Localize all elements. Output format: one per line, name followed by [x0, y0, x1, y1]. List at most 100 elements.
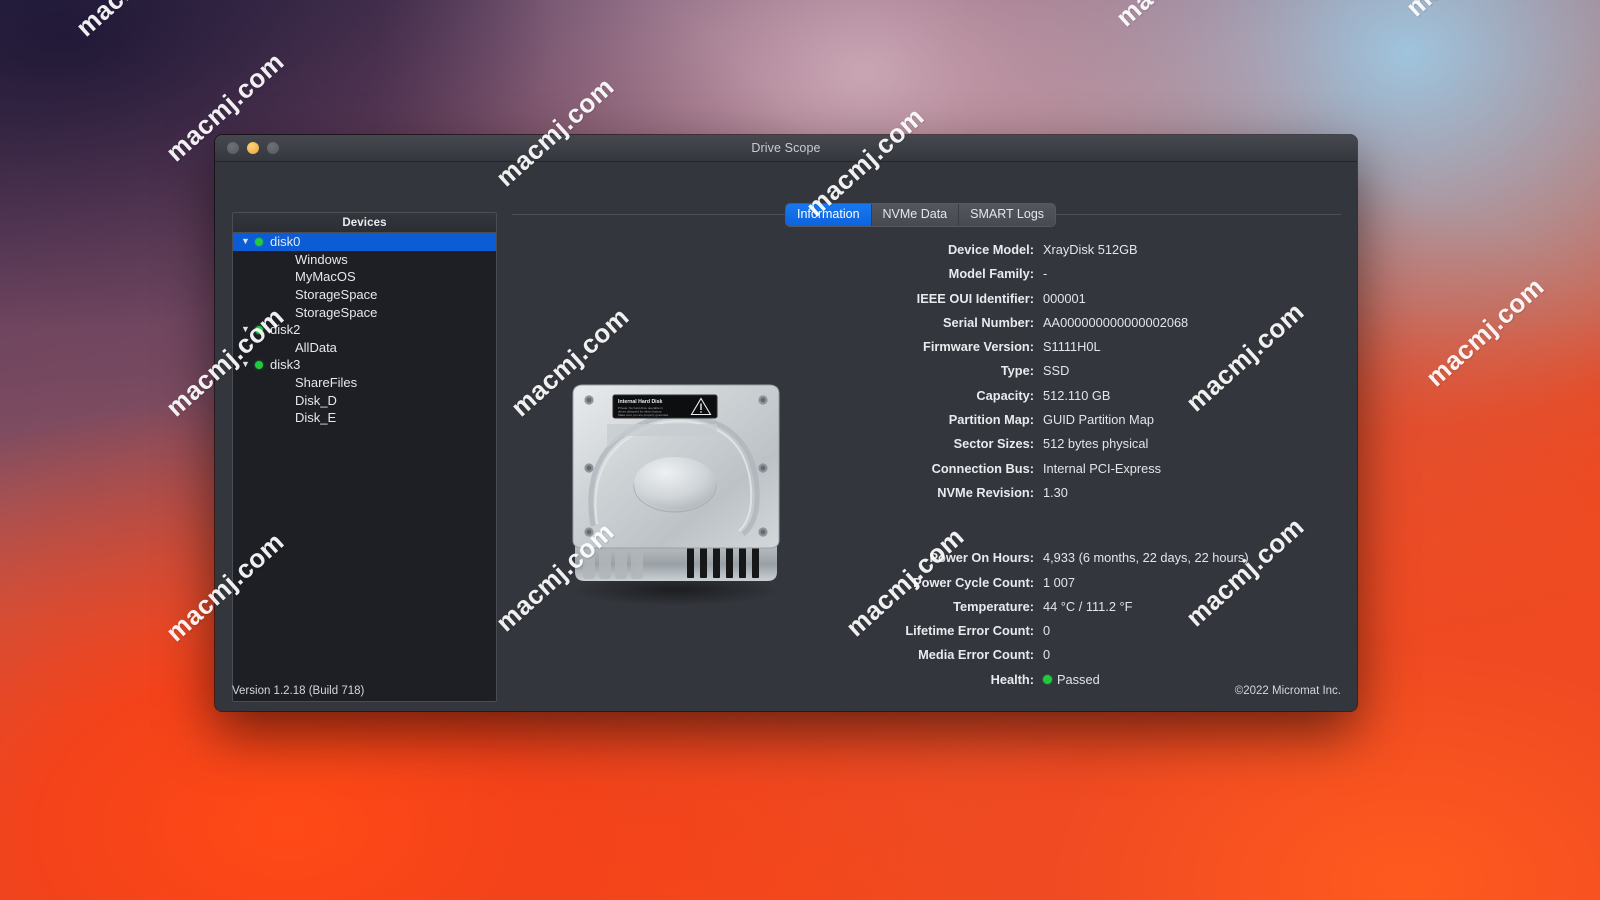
info-row: IEEE OUI Identifier:000001 [812, 291, 1341, 315]
disclosure-triangle-icon[interactable]: ▼ [241, 360, 255, 369]
info-label: Lifetime Error Count: [812, 623, 1043, 638]
info-value: 0 [1043, 647, 1050, 662]
info-label: Firmware Version: [812, 339, 1043, 354]
volume-row[interactable]: Disk_D [233, 391, 496, 409]
info-label: Partition Map: [812, 412, 1043, 427]
volume-name: Windows [295, 252, 348, 267]
info-row: Serial Number:AA000000000000002068 [812, 315, 1341, 339]
info-label: IEEE OUI Identifier: [812, 291, 1043, 306]
volume-row[interactable]: StorageSpace [233, 303, 496, 321]
tab-nvme-data[interactable]: NVMe Data [872, 204, 960, 226]
info-value: 1 007 [1043, 575, 1075, 590]
info-value: - [1043, 266, 1047, 281]
tab-smart-logs[interactable]: SMART Logs [959, 204, 1055, 226]
volume-row[interactable]: MyMacOS [233, 268, 496, 286]
information-table: Device Model:XrayDisk 512GBModel Family:… [812, 242, 1341, 696]
window-title: Drive Scope [215, 141, 1357, 155]
info-row: Temperature:44 °C / 111.2 °F [812, 599, 1341, 623]
info-value: AA000000000000002068 [1043, 315, 1188, 330]
info-row: NVMe Revision:1.30 [812, 485, 1341, 509]
tab-bar[interactable]: InformationNVMe DataSMART Logs [786, 204, 1055, 226]
watermark: macmj.com [1420, 271, 1550, 393]
svg-text:Make sure you are properly gro: Make sure you are properly grounded. [618, 413, 669, 417]
window-body: Devices ▼ disk0 Windows MyMacOS StorageSpace… [215, 162, 1357, 711]
status-dot [255, 238, 263, 246]
device-name: disk2 [270, 322, 300, 337]
info-label: Connection Bus: [812, 461, 1043, 476]
info-value: 512 bytes physical [1043, 436, 1148, 451]
hard-drive-illustration: Internal Hard Disk Private: No hard driv… [567, 376, 785, 606]
device-name: disk3 [270, 357, 300, 372]
tab-information[interactable]: Information [786, 204, 872, 226]
copyright-label: ©2022 Micromat Inc. [1235, 685, 1341, 697]
info-label: Type: [812, 363, 1043, 378]
info-row: Model Family:- [812, 266, 1341, 290]
volume-name: StorageSpace [295, 305, 377, 320]
info-value: SSD [1043, 363, 1069, 378]
device-row[interactable]: ▼ disk3 [233, 356, 496, 374]
info-row: Power Cycle Count:1 007 [812, 575, 1341, 599]
info-value: 0 [1043, 623, 1050, 638]
info-label: Sector Sizes: [812, 436, 1043, 451]
info-label: NVMe Revision: [812, 485, 1043, 500]
info-value: 44 °C / 111.2 °F [1043, 599, 1132, 614]
disclosure-triangle-icon[interactable]: ▼ [241, 237, 255, 246]
info-label: Serial Number: [812, 315, 1043, 330]
watermark: macmj.com [1110, 0, 1240, 33]
version-label: Version 1.2.18 (Build 718) [232, 685, 364, 697]
device-name: disk0 [270, 234, 300, 249]
volume-row[interactable]: StorageSpace [233, 286, 496, 304]
info-value: GUID Partition Map [1043, 412, 1154, 427]
volume-name: MyMacOS [295, 269, 356, 284]
devices-header: Devices [233, 213, 496, 233]
volume-name: StorageSpace [295, 287, 377, 302]
info-row: Media Error Count:0 [812, 647, 1341, 671]
devices-list[interactable]: ▼ disk0 Windows MyMacOS StorageSpace StorageS… [233, 233, 496, 427]
info-row: Sector Sizes:512 bytes physical [812, 436, 1341, 460]
info-label: Media Error Count: [812, 647, 1043, 662]
volume-name: AllData [295, 340, 337, 355]
info-label: Device Model: [812, 242, 1043, 257]
devices-panel: Devices ▼ disk0 Windows MyMacOS StorageSpace… [232, 212, 497, 702]
info-value: S1111H0L [1043, 339, 1101, 354]
info-row: Partition Map:GUID Partition Map [812, 412, 1341, 436]
volume-name: Disk_D [295, 393, 337, 408]
info-value: 512.110 GB [1043, 388, 1110, 403]
status-dot [255, 361, 263, 369]
watermark: macmj.com [70, 0, 200, 43]
info-row: Firmware Version:S1111H0L [812, 339, 1341, 363]
drive-scope-window: Drive Scope Devices ▼ disk0 Windows MyMacOS… [215, 135, 1357, 711]
info-label: Capacity: [812, 388, 1043, 403]
watermark: macmj.com [1400, 0, 1530, 23]
volume-name: ShareFiles [295, 375, 357, 390]
volume-row[interactable]: ShareFiles [233, 374, 496, 392]
info-label: Power Cycle Count: [812, 575, 1043, 590]
info-row: Capacity:512.110 GB [812, 388, 1341, 412]
info-label: Power On Hours: [812, 550, 1043, 565]
device-row[interactable]: ▼ disk2 [233, 321, 496, 339]
info-row: Lifetime Error Count:0 [812, 623, 1341, 647]
info-label: Model Family: [812, 266, 1043, 281]
info-value: Internal PCI-Express [1043, 461, 1161, 476]
info-row: Type:SSD [812, 363, 1341, 387]
info-value: 000001 [1043, 291, 1086, 306]
volume-name: Disk_E [295, 410, 336, 425]
device-row[interactable]: ▼ disk0 [233, 233, 496, 251]
volume-row[interactable]: AllData [233, 339, 496, 357]
info-group-gap [812, 509, 1341, 550]
info-label: Temperature: [812, 599, 1043, 614]
desktop: macmj.commacmj.commacmj.commacmj.commacm… [0, 0, 1600, 900]
hdd-label-title: Internal Hard Disk [618, 399, 663, 405]
info-row: Connection Bus:Internal PCI-Express [812, 461, 1341, 485]
info-row: Device Model:XrayDisk 512GB [812, 242, 1341, 266]
status-dot [255, 326, 263, 334]
window-footer: Version 1.2.18 (Build 718) ©2022 Microma… [215, 679, 1357, 711]
info-row: Power On Hours:4,933 (6 months, 22 days,… [812, 550, 1341, 574]
info-value: 1.30 [1043, 485, 1068, 500]
window-titlebar[interactable]: Drive Scope [215, 135, 1357, 162]
disclosure-triangle-icon[interactable]: ▼ [241, 325, 255, 334]
volume-row[interactable]: Windows [233, 251, 496, 269]
volume-row[interactable]: Disk_E [233, 409, 496, 427]
info-value: 4,933 (6 months, 22 days, 22 hours) [1043, 550, 1249, 565]
info-value: XrayDisk 512GB [1043, 242, 1138, 257]
